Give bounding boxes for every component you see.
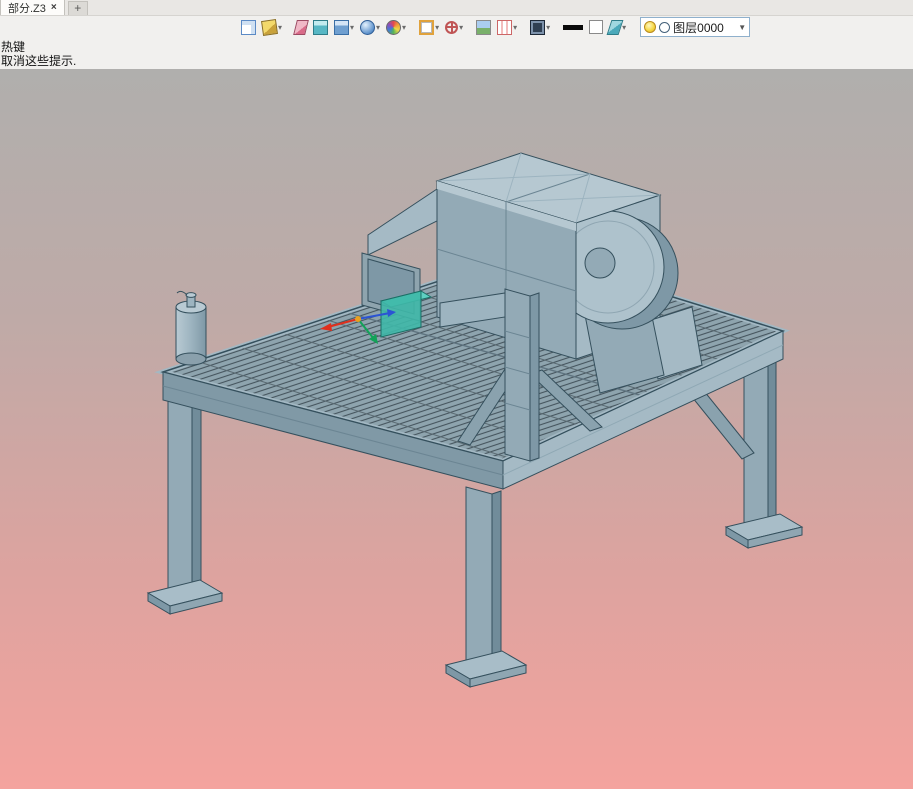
dropdown-arrow-icon[interactable]: ▾ (435, 23, 439, 32)
dropdown-arrow-icon[interactable]: ▾ (278, 23, 282, 32)
model-canvas[interactable] (0, 69, 913, 788)
toolbar-separator (285, 16, 292, 38)
render-mode-icon-glyph (360, 19, 376, 35)
dropdown-arrow-icon[interactable]: ▾ (459, 23, 463, 32)
toolbar-separator (520, 16, 527, 38)
image-icon[interactable] (473, 14, 494, 40)
display-mode-icon[interactable]: ▾ (331, 14, 357, 40)
layers-icon[interactable]: ▾ (606, 14, 629, 40)
storage-tank (175, 290, 207, 366)
hint-line-2: 取消这些提示. (1, 54, 77, 68)
layer-combo-value: 图层0000 (673, 20, 724, 35)
section-view-icon-glyph (419, 19, 435, 35)
shaded-solid-icon-glyph (313, 19, 329, 35)
print-preview-icon[interactable] (238, 14, 259, 40)
document-tab[interactable]: 部分.Z3 × (0, 0, 65, 15)
line-width-swatch[interactable] (560, 14, 586, 40)
dropdown-arrow-icon[interactable]: ▾ (376, 23, 380, 32)
layer-combo[interactable]: 图层0000 ▼ (640, 17, 751, 37)
point-snap-icon[interactable]: ▾ (442, 14, 466, 40)
color-wheel-icon-glyph (386, 19, 402, 35)
eraser-icon[interactable] (292, 14, 310, 40)
eraser-icon-glyph (293, 19, 309, 35)
view-toolbar: ▾ ▾ ▾ ▾ ▾ ▾ ▾ ▾ ▾ (238, 14, 636, 40)
print-preview-icon-glyph (241, 19, 256, 35)
background-swatch[interactable] (586, 14, 606, 40)
toolbar-separator (466, 16, 473, 38)
color-wheel-icon[interactable]: ▾ (383, 14, 409, 40)
clip-plane-icon-glyph (497, 19, 513, 35)
clip-plane-icon[interactable]: ▾ (494, 14, 520, 40)
shaded-solid-icon[interactable] (310, 14, 331, 40)
dropdown-arrow-icon[interactable]: ▾ (350, 23, 354, 32)
toolbar-separator (409, 16, 416, 38)
monitor-icon[interactable]: ▾ (527, 14, 553, 40)
layer-color-circle-icon (659, 21, 671, 33)
render-mode-icon[interactable]: ▾ (357, 14, 383, 40)
display-mode-icon-glyph (334, 19, 350, 35)
hint-text: 热键 取消这些提示. (1, 40, 76, 68)
paint-bucket-icon-glyph (261, 18, 278, 36)
section-view-icon[interactable]: ▾ (416, 14, 442, 40)
dropdown-arrow-icon[interactable]: ▾ (546, 23, 550, 32)
dropdown-arrow-icon[interactable]: ▾ (622, 23, 626, 32)
image-icon-glyph (476, 19, 492, 35)
background-swatch-glyph (589, 20, 604, 34)
point-snap-icon-glyph (445, 20, 459, 34)
hint-line-1: 热键 (1, 40, 26, 54)
line-width-swatch-glyph (563, 24, 584, 30)
dropdown-arrow-icon[interactable]: ▾ (513, 23, 517, 32)
paint-bucket-icon[interactable]: ▾ (259, 14, 285, 40)
view-toolbar-container: ▾ ▾ ▾ ▾ ▾ ▾ ▾ ▾ ▾ 图层0000 ▼ (238, 14, 751, 40)
tab-label: 部分.Z3 (8, 2, 46, 15)
tab-close-icon[interactable]: × (51, 2, 57, 13)
layers-icon-glyph (606, 19, 624, 35)
toolbar-separator (629, 16, 636, 38)
toolbar-separator (553, 16, 560, 38)
dropdown-arrow-icon[interactable]: ▾ (402, 23, 406, 32)
model-viewport[interactable] (0, 69, 913, 789)
monitor-icon-glyph (530, 19, 546, 35)
new-tab-button[interactable]: + (67, 1, 88, 15)
layer-combo-dropdown-arrow[interactable]: ▼ (738, 23, 746, 32)
lightbulb-icon (644, 21, 657, 33)
